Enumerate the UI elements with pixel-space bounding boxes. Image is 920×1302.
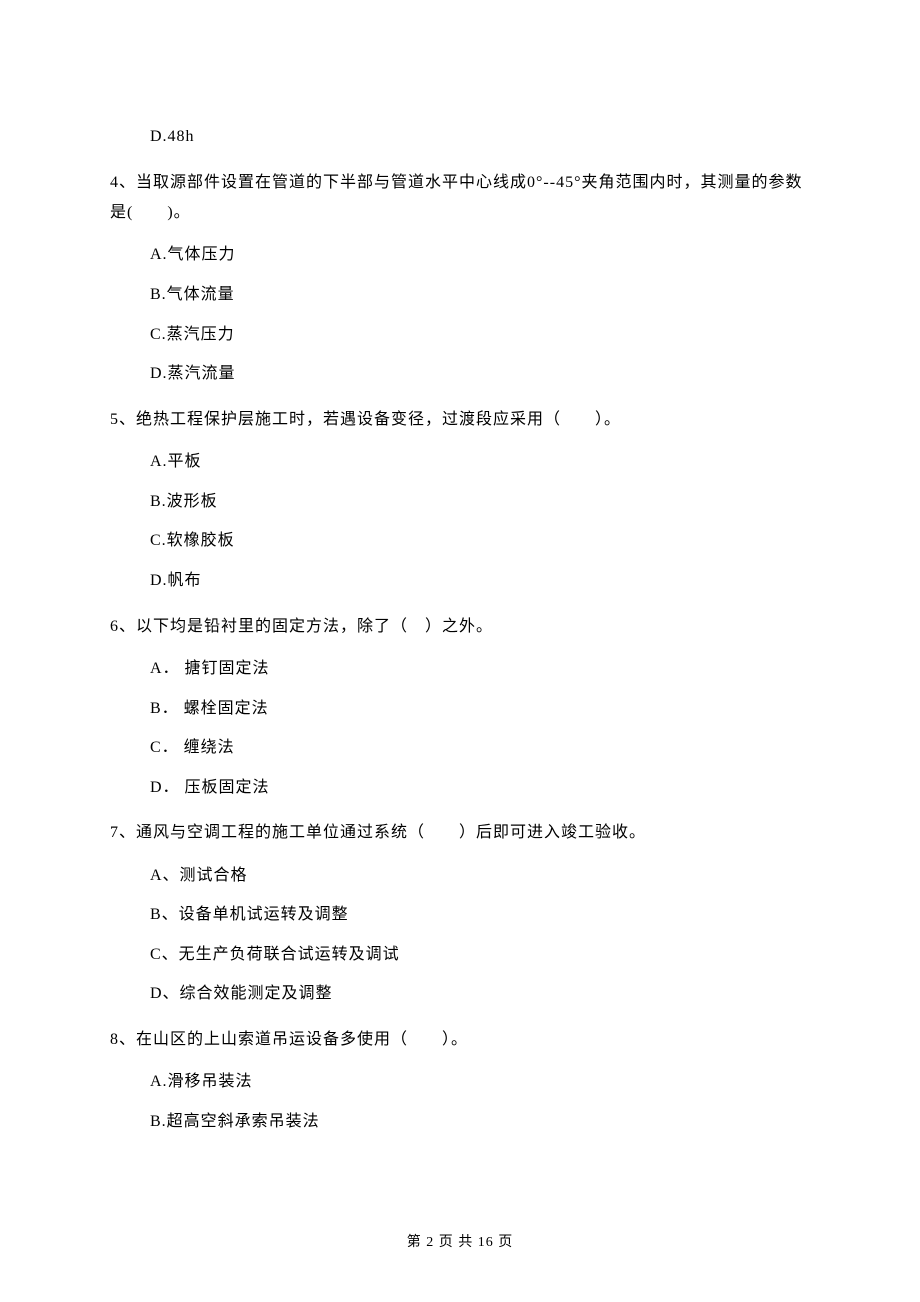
q6-stem: 6、以下均是铅衬里的固定方法，除了（ ）之外。 [110,612,810,642]
q5-stem: 5、绝热工程保护层施工时，若遇设备变径，过渡段应采用（ ）。 [110,405,810,435]
q6-option-d: D． 压板固定法 [150,775,810,801]
q4-option-c: C.蒸汽压力 [150,322,810,348]
q6-number: 6、 [110,618,136,635]
q3-option-d: D.48h [150,124,810,150]
q8-option-a: A.滑移吊装法 [150,1069,810,1095]
q6-option-b: B． 螺栓固定法 [150,696,810,722]
q7-option-b: B、设备单机试运转及调整 [150,902,810,928]
q6-option-c: C． 缠绕法 [150,735,810,761]
q6-option-a: A． 搪钉固定法 [150,656,810,682]
q8-number: 8、 [110,1031,136,1048]
q5-option-a: A.平板 [150,449,810,475]
q5-text: 绝热工程保护层施工时，若遇设备变径，过渡段应采用（ ）。 [136,411,621,428]
q7-stem: 7、通风与空调工程的施工单位通过系统（ ）后即可进入竣工验收。 [110,818,810,848]
q7-option-a: A、测试合格 [150,863,810,889]
q4-option-a: A.气体压力 [150,242,810,268]
q4-number: 4、 [110,174,136,191]
q5-option-d: D.帆布 [150,568,810,594]
q7-number: 7、 [110,824,136,841]
q8-stem: 8、在山区的上山索道吊运设备多使用（ ）。 [110,1025,810,1055]
q7-option-c: C、无生产负荷联合试运转及调试 [150,942,810,968]
q5-option-b: B.波形板 [150,489,810,515]
q8-option-b: B.超高空斜承索吊装法 [150,1109,810,1135]
q7-option-d: D、综合效能测定及调整 [150,981,810,1007]
q5-number: 5、 [110,411,136,428]
q4-stem: 4、当取源部件设置在管道的下半部与管道水平中心线成0°--45°夹角范围内时，其… [110,168,810,229]
q4-option-d: D.蒸汽流量 [150,361,810,387]
page-footer: 第 2 页 共 16 页 [0,1232,920,1254]
q6-text: 以下均是铅衬里的固定方法，除了（ ）之外。 [136,618,493,635]
q4-option-b: B.气体流量 [150,282,810,308]
q8-text: 在山区的上山索道吊运设备多使用（ ）。 [136,1031,468,1048]
q5-option-c: C.软橡胶板 [150,528,810,554]
q4-text: 当取源部件设置在管道的下半部与管道水平中心线成0°--45°夹角范围内时，其测量… [110,174,802,221]
q7-text: 通风与空调工程的施工单位通过系统（ ）后即可进入竣工验收。 [136,824,646,841]
